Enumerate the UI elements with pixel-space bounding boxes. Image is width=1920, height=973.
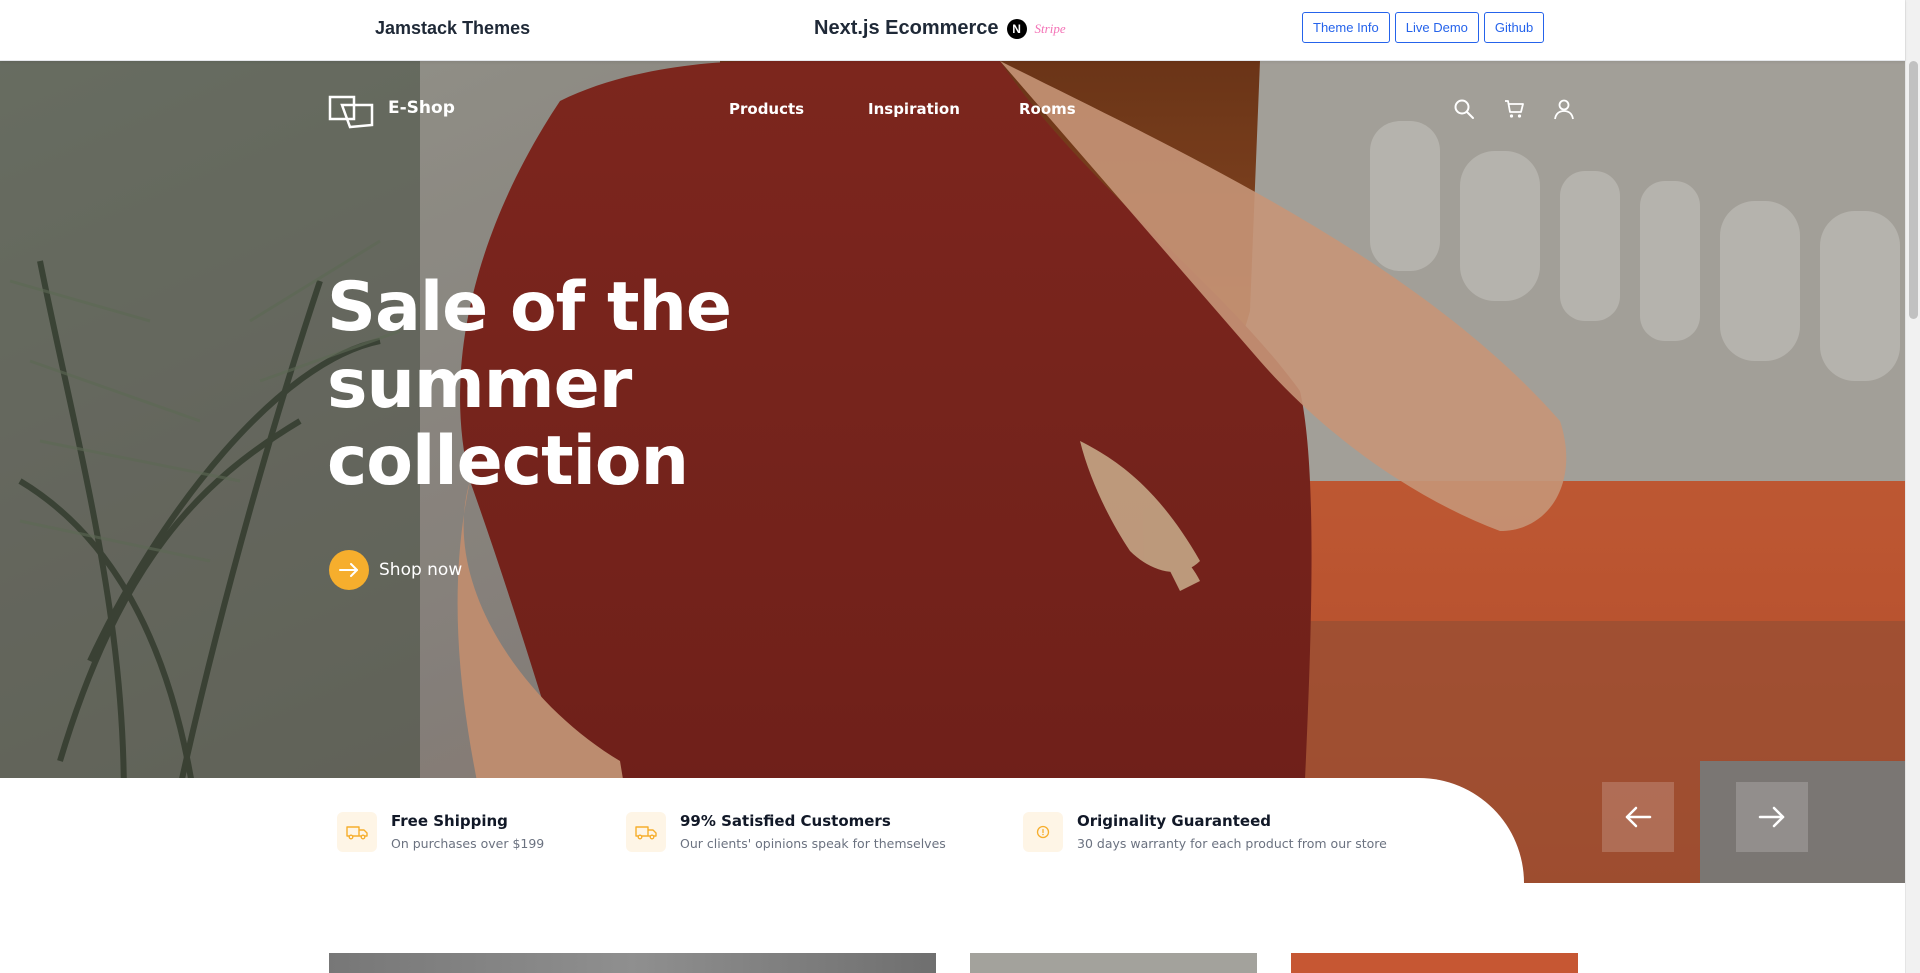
nav-link-rooms[interactable]: Rooms [1019,100,1076,118]
main-nav: E-Shop Products Inspiration Rooms [0,61,1905,161]
theme-info-button[interactable]: Theme Info [1302,12,1390,43]
theme-topbar: Jamstack Themes Next.js Ecommerce N Stri… [0,0,1905,61]
stripe-logo-icon: Stripe [1034,20,1066,36]
logo-text[interactable]: E-Shop [388,98,455,118]
nav-link-inspiration[interactable]: Inspiration [868,100,960,118]
truck-icon [626,812,666,852]
feature-title: Free Shipping [391,812,508,830]
theme-buttons: Theme Info Live Demo Github [1302,12,1545,43]
page-scrollbar[interactable] [1905,0,1920,973]
theme-title-group: Next.js Ecommerce N Stripe [814,17,1066,40]
feature-subtitle: 30 days warranty for each product from o… [1077,836,1387,851]
category-card[interactable] [970,953,1257,973]
category-card[interactable] [329,953,936,973]
scrollbar-thumb[interactable] [1909,61,1918,319]
feature-subtitle: On purchases over $199 [391,836,545,851]
feature-satisfied-customers: 99% Satisfied Customers Our clients' opi… [626,812,946,852]
slider-next-button[interactable] [1736,782,1808,852]
search-icon[interactable] [1453,98,1475,120]
shield-icon [1023,812,1063,852]
hero-background-image [0,61,1905,883]
arrow-right-icon [1758,806,1785,828]
eshop-logo-icon[interactable] [328,93,376,129]
features-strip: Free Shipping On purchases over $199 99%… [0,778,1524,883]
jamstack-brand[interactable]: Jamstack Themes [375,18,530,39]
hero-headline: Sale of the summer collection [327,268,732,501]
user-icon[interactable] [1553,98,1575,120]
feature-free-shipping: Free Shipping On purchases over $199 [337,812,544,852]
shop-now-button[interactable]: Shop now [329,550,462,590]
truck-icon [337,812,377,852]
slider-prev-button[interactable] [1602,782,1674,852]
shop-now-label: Shop now [379,560,463,580]
category-card[interactable] [1291,953,1578,973]
theme-title: Next.js Ecommerce [814,17,999,39]
feature-originality: Originality Guaranteed 30 days warranty … [1023,812,1387,852]
feature-title: 99% Satisfied Customers [680,812,891,830]
nav-link-products[interactable]: Products [729,100,804,118]
nextjs-logo-icon: N [1006,18,1027,39]
cart-icon[interactable] [1503,98,1525,120]
arrow-right-icon [329,550,369,590]
arrow-left-icon [1625,806,1652,828]
live-demo-button[interactable]: Live Demo [1394,12,1479,43]
github-button[interactable]: Github [1483,12,1545,43]
feature-title: Originality Guaranteed [1077,812,1271,830]
hero-banner: E-Shop Products Inspiration Rooms Sale o… [0,61,1905,883]
feature-subtitle: Our clients' opinions speak for themselv… [680,836,946,851]
